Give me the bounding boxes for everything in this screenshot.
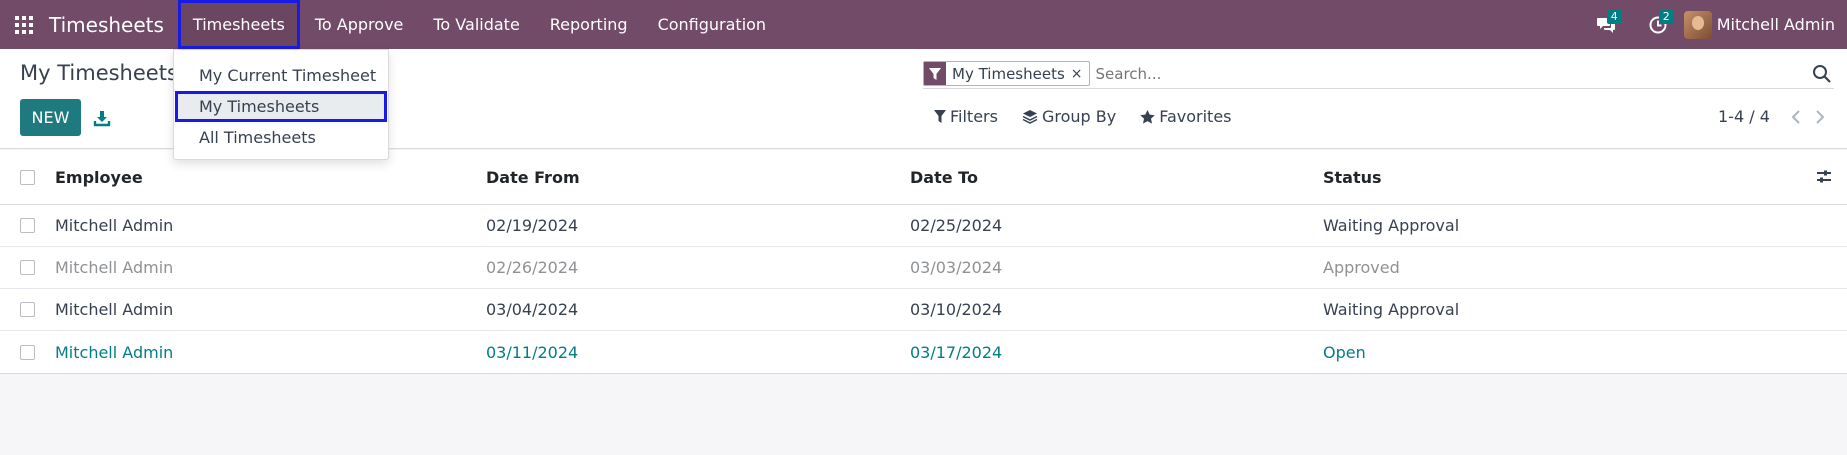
app-brand[interactable]: Timesheets <box>49 13 164 37</box>
table-row[interactable]: Mitchell Admin 02/19/2024 02/25/2024 Wai… <box>0 205 1847 247</box>
row-checkbox[interactable] <box>20 344 35 360</box>
funnel-icon <box>934 110 946 123</box>
timesheets-dropdown-menu: My Current Timesheet My Timesheets All T… <box>173 49 389 160</box>
cell-status: Approved <box>1323 258 1400 277</box>
activities-badge: 2 <box>1658 10 1674 24</box>
column-header-date-from[interactable]: Date From <box>486 168 910 187</box>
cell-date-to: 02/25/2024 <box>910 216 1003 235</box>
table-row[interactable]: Mitchell Admin 03/11/2024 03/17/2024 Ope… <box>0 331 1847 373</box>
facet-remove-button[interactable]: × <box>1069 66 1089 82</box>
cell-status: Waiting Approval <box>1323 216 1460 235</box>
messages-badge: 4 <box>1606 10 1622 24</box>
column-header-status[interactable]: Status <box>1323 168 1803 187</box>
star-icon <box>1140 109 1155 124</box>
cell-date-from: 02/19/2024 <box>486 216 579 235</box>
page-title: My Timesheets <box>20 61 178 85</box>
cell-status: Open <box>1323 342 1366 362</box>
search-bar: My Timesheets × <box>923 59 1834 89</box>
cell-employee: Mitchell Admin <box>55 258 174 277</box>
timesheet-list: Employee Date From Date To Status Mitche… <box>0 150 1847 374</box>
cell-status: Waiting Approval <box>1323 300 1460 319</box>
cell-employee: Mitchell Admin <box>55 216 174 235</box>
table-row[interactable]: Mitchell Admin 03/04/2024 03/10/2024 Wai… <box>0 289 1847 331</box>
cell-date-from: 03/11/2024 <box>486 342 579 362</box>
user-menu[interactable]: Mitchell Admin <box>1683 0 1847 49</box>
cell-date-to: 03/10/2024 <box>910 300 1003 319</box>
row-checkbox[interactable] <box>20 218 35 233</box>
pager-next-button[interactable] <box>1808 109 1832 124</box>
optional-columns-icon[interactable] <box>1815 168 1833 186</box>
row-checkbox[interactable] <box>20 260 35 275</box>
cell-employee: Mitchell Admin <box>55 300 174 319</box>
new-button[interactable]: NEW <box>20 99 81 136</box>
avatar <box>1683 10 1712 39</box>
select-all-checkbox[interactable] <box>20 169 35 185</box>
dropdown-item-my-timesheets[interactable]: My Timesheets <box>175 91 387 122</box>
table-row[interactable]: Mitchell Admin 02/26/2024 03/03/2024 App… <box>0 247 1847 289</box>
menu-to-validate[interactable]: To Validate <box>418 0 534 49</box>
search-input[interactable] <box>1095 64 1812 83</box>
filter-facet-icon <box>924 62 946 85</box>
menu-timesheets[interactable]: Timesheets <box>177 0 300 49</box>
pager-previous-button[interactable] <box>1784 109 1808 124</box>
menu-configuration[interactable]: Configuration <box>643 0 782 49</box>
cell-date-to: 03/17/2024 <box>910 342 1003 362</box>
cell-date-from: 03/04/2024 <box>486 300 579 319</box>
top-navbar: Timesheets Timesheets To Approve To Vali… <box>0 0 1847 49</box>
group-by-button[interactable]: Group By <box>1022 107 1116 126</box>
download-icon[interactable] <box>93 105 111 129</box>
dropdown-item-all-timesheets[interactable]: All Timesheets <box>174 122 388 153</box>
cell-date-to: 03/03/2024 <box>910 258 1003 277</box>
cell-date-from: 02/26/2024 <box>486 258 579 277</box>
pager: 1-4 / 4 <box>1718 107 1832 126</box>
messages-button[interactable]: 4 <box>1580 0 1632 49</box>
layers-icon <box>1022 110 1038 124</box>
user-name: Mitchell Admin <box>1716 15 1835 34</box>
dropdown-item-my-current-timesheet[interactable]: My Current Timesheet <box>174 60 388 91</box>
pager-value[interactable]: 1-4 / 4 <box>1718 107 1770 126</box>
apps-grid-icon[interactable] <box>15 15 33 34</box>
column-header-employee[interactable]: Employee <box>55 168 486 187</box>
cell-employee: Mitchell Admin <box>55 342 174 362</box>
group-by-label: Group By <box>1041 107 1117 126</box>
chevron-left-icon <box>1791 109 1800 124</box>
favorites-button[interactable]: Favorites <box>1140 107 1232 126</box>
menu-reporting[interactable]: Reporting <box>535 0 643 49</box>
filters-label: Filters <box>950 107 998 126</box>
facet-label: My Timesheets <box>952 64 1065 83</box>
favorites-label: Favorites <box>1159 107 1232 126</box>
row-checkbox[interactable] <box>20 302 35 317</box>
filters-button[interactable]: Filters <box>934 107 998 126</box>
search-icon[interactable] <box>1812 64 1832 84</box>
chevron-right-icon <box>1816 109 1825 124</box>
column-header-date-to[interactable]: Date To <box>910 168 1323 187</box>
menu-to-approve[interactable]: To Approve <box>300 0 419 49</box>
search-facet: My Timesheets × <box>923 61 1090 86</box>
activities-button[interactable]: 2 <box>1632 0 1684 49</box>
